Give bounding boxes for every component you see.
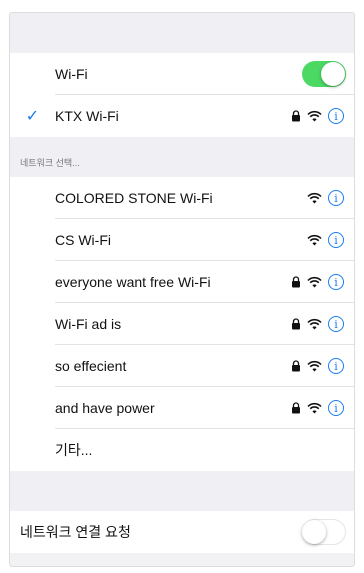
- wifi-label: Wi-Fi: [55, 66, 88, 82]
- info-icon[interactable]: i: [328, 358, 344, 374]
- info-icon[interactable]: i: [328, 316, 344, 332]
- ask-to-join-label: 네트워크 연결 요청: [20, 524, 131, 540]
- other-network-label: 기타...: [55, 442, 93, 458]
- top-group-spacer: [10, 13, 354, 53]
- network-list: COLORED STONE Wi-Fi i CS Wi-Fi i everyone wa…: [10, 177, 354, 429]
- network-name: so effecient: [55, 358, 127, 374]
- network-name: COLORED STONE Wi-Fi: [55, 190, 213, 206]
- ask-to-join-toggle[interactable]: [302, 519, 346, 545]
- info-icon[interactable]: i: [328, 400, 344, 416]
- wifi-signal-icon: [307, 192, 322, 204]
- lock-icon: [292, 402, 300, 414]
- wifi-signal-icon: [307, 318, 322, 330]
- lock-icon: [292, 110, 300, 122]
- toggle-knob: [321, 62, 345, 86]
- network-name: Wi-Fi ad is: [55, 316, 122, 332]
- lock-icon: [292, 360, 300, 372]
- network-row[interactable]: so effecient i: [10, 345, 354, 387]
- info-icon[interactable]: i: [328, 108, 344, 124]
- network-name: everyone want free Wi-Fi: [55, 274, 211, 290]
- wifi-signal-icon: [307, 360, 322, 372]
- network-row[interactable]: CS Wi-Fi i: [10, 219, 354, 261]
- network-row[interactable]: and have power i: [10, 387, 354, 429]
- connected-network-name: KTX Wi-Fi: [55, 108, 119, 124]
- network-row[interactable]: COLORED STONE Wi-Fi i: [10, 177, 354, 219]
- toggle-knob: [302, 519, 326, 544]
- wifi-signal-icon: [307, 402, 322, 414]
- network-name: and have power: [55, 400, 155, 416]
- checkmark-icon: ✓: [25, 108, 40, 125]
- wifi-signal-icon: [307, 276, 322, 288]
- ask-to-join-row: 네트워크 연결 요청: [10, 511, 354, 553]
- network-row[interactable]: Wi-Fi ad is i: [10, 303, 354, 345]
- info-icon[interactable]: i: [328, 232, 344, 248]
- lock-icon: [292, 318, 300, 330]
- wifi-toggle-row: Wi-Fi: [10, 53, 354, 95]
- info-icon[interactable]: i: [328, 274, 344, 290]
- network-name: CS Wi-Fi: [55, 232, 111, 248]
- connected-network-row[interactable]: ✓ KTX Wi-Fi i: [10, 95, 354, 137]
- wifi-settings-panel: Wi-Fi ✓ KTX Wi-Fi i 네트워크 선택... COLORED S…: [9, 12, 355, 567]
- wifi-signal-icon: [307, 110, 322, 122]
- info-icon[interactable]: i: [328, 190, 344, 206]
- choose-network-header: 네트워크 선택...: [10, 137, 354, 177]
- lock-icon: [292, 276, 300, 288]
- network-row[interactable]: everyone want free Wi-Fi i: [10, 261, 354, 303]
- other-network-row[interactable]: 기타...: [10, 429, 354, 471]
- wifi-toggle[interactable]: [302, 61, 346, 87]
- wifi-signal-icon: [307, 234, 322, 246]
- group-spacer: [10, 471, 354, 511]
